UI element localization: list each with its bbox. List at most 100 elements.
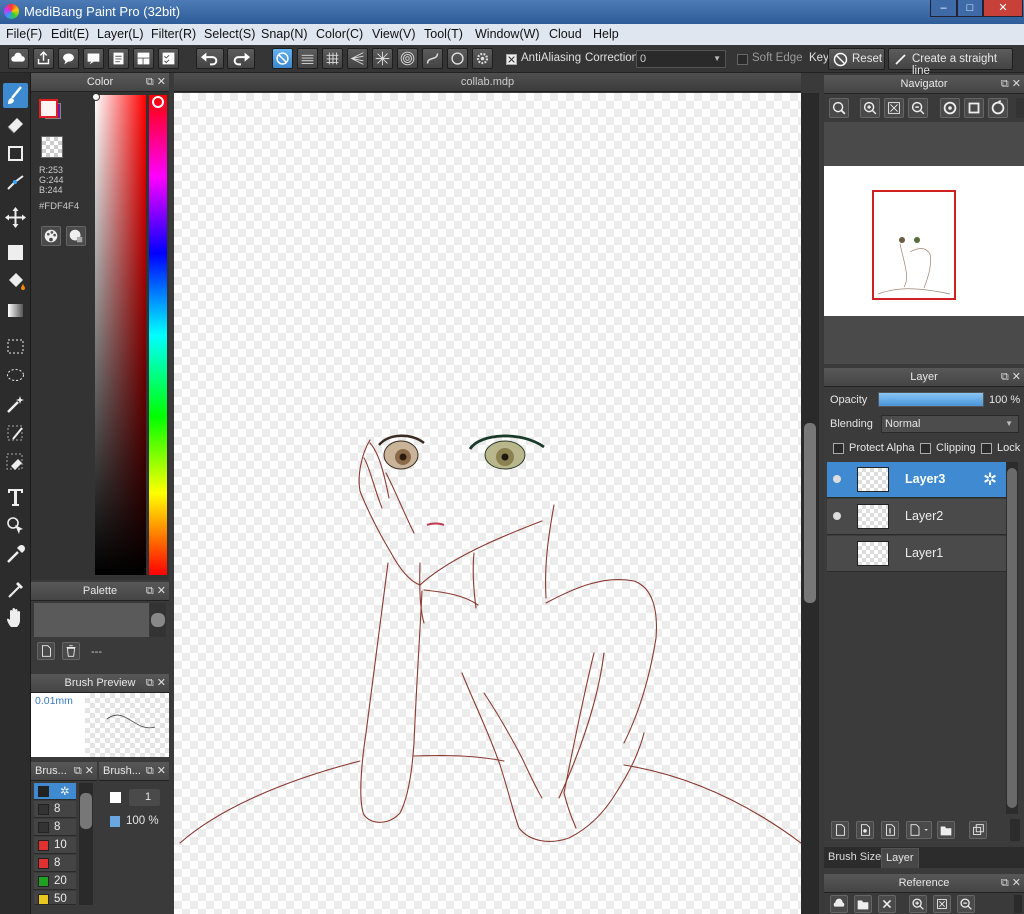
protect-alpha-checkbox[interactable] bbox=[833, 443, 844, 454]
palette-button[interactable] bbox=[41, 226, 61, 246]
primary-color-swatch[interactable] bbox=[39, 99, 58, 118]
antialiasing-checkbox[interactable] bbox=[506, 54, 517, 65]
bucket-tool[interactable] bbox=[3, 269, 28, 294]
menu-view[interactable]: View(V) bbox=[372, 27, 416, 41]
eye-icon[interactable] bbox=[833, 512, 841, 520]
select-pen-tool[interactable] bbox=[3, 421, 28, 446]
correction-dropdown[interactable]: 0 ▼ bbox=[636, 50, 726, 68]
grid-snap-button[interactable] bbox=[322, 48, 343, 69]
sv-cursor[interactable] bbox=[92, 93, 100, 101]
close-button[interactable]: ✕ bbox=[983, 0, 1023, 17]
layer-row-layer2[interactable]: Layer2 bbox=[827, 499, 1016, 535]
layer-row-layer3[interactable]: Layer3 ✲ bbox=[827, 462, 1016, 498]
palette-scrollbar[interactable] bbox=[150, 603, 166, 637]
width-input[interactable]: 1 bbox=[129, 789, 160, 806]
brush-size-row[interactable]: ✲ bbox=[34, 783, 76, 800]
fill-rect-tool[interactable] bbox=[3, 240, 28, 265]
minimize-button[interactable]: – bbox=[930, 0, 957, 17]
new-palette-button[interactable] bbox=[37, 642, 55, 660]
select-eraser-tool[interactable] bbox=[3, 450, 28, 475]
eraser-tool[interactable] bbox=[3, 112, 28, 137]
layer-opacity-slider[interactable] bbox=[878, 392, 984, 407]
lasso-tool[interactable] bbox=[3, 363, 28, 388]
menu-layer[interactable]: Layer(L) bbox=[97, 27, 144, 41]
redo-button[interactable] bbox=[227, 48, 255, 69]
rotate-right-button[interactable] bbox=[988, 98, 1008, 118]
cloud-button[interactable] bbox=[8, 48, 29, 69]
dropper-tool[interactable] bbox=[3, 542, 28, 567]
brush-size-row[interactable]: 10 bbox=[34, 837, 76, 854]
parallel-snap-button[interactable] bbox=[297, 48, 318, 69]
new-folder-button[interactable] bbox=[937, 821, 955, 839]
canvas-scroll-thumb[interactable] bbox=[804, 423, 816, 603]
layer-button-scroll[interactable] bbox=[1010, 819, 1020, 841]
zoom-out-button[interactable] bbox=[908, 98, 928, 118]
panel-close-icon[interactable]: ⧉ ✕ bbox=[146, 762, 166, 781]
eye-icon[interactable] bbox=[833, 475, 841, 483]
comic-button[interactable] bbox=[133, 48, 154, 69]
operation-tool[interactable] bbox=[3, 513, 28, 538]
panel-close-icon[interactable]: ⧉ ✕ bbox=[146, 674, 166, 693]
line-tool[interactable] bbox=[3, 170, 28, 195]
brush-list-scrollbar[interactable] bbox=[79, 783, 93, 905]
menu-filter[interactable]: Filter(R) bbox=[151, 27, 196, 41]
menu-select[interactable]: Select(S) bbox=[204, 27, 255, 41]
reference-open-button[interactable] bbox=[854, 895, 872, 913]
reset-button[interactable]: Reset bbox=[828, 48, 885, 70]
brush-size-row[interactable]: 8 bbox=[34, 819, 76, 836]
menu-cloud[interactable]: Cloud bbox=[549, 27, 582, 41]
soft-edge-checkbox[interactable] bbox=[737, 54, 748, 65]
flip-button[interactable] bbox=[964, 98, 984, 118]
palette-scroll-thumb[interactable] bbox=[151, 613, 165, 627]
reference-scrollbar[interactable] bbox=[1014, 895, 1022, 913]
rotate-left-button[interactable] bbox=[940, 98, 960, 118]
tab-brush-size[interactable]: Brush Size bbox=[828, 851, 881, 863]
share-button[interactable] bbox=[33, 48, 54, 69]
hue-slider[interactable] bbox=[149, 95, 167, 575]
hue-cursor[interactable] bbox=[152, 96, 164, 108]
clipping-checkbox[interactable] bbox=[920, 443, 931, 454]
layer-row-layer1[interactable]: Layer1 bbox=[827, 536, 1016, 572]
delete-palette-button[interactable] bbox=[62, 642, 80, 660]
canvas-vertical-scrollbar[interactable] bbox=[801, 93, 819, 914]
reference-cloud-button[interactable] bbox=[830, 895, 848, 913]
snap-settings-button[interactable] bbox=[472, 48, 493, 69]
navigator-scrollbar[interactable] bbox=[1016, 98, 1024, 118]
new-1bit-layer-button[interactable] bbox=[881, 821, 899, 839]
straight-line-button[interactable]: Create a straight line bbox=[888, 48, 1013, 77]
menu-window[interactable]: Window(W) bbox=[475, 27, 540, 41]
panel-close-icon[interactable]: ⧉ ✕ bbox=[146, 73, 166, 92]
select-tool[interactable] bbox=[3, 334, 28, 359]
radial-snap-button[interactable] bbox=[372, 48, 393, 69]
tab-layer[interactable]: Layer bbox=[881, 848, 919, 868]
brush-tool[interactable] bbox=[3, 83, 28, 108]
menu-help[interactable]: Help bbox=[593, 27, 619, 41]
menu-color[interactable]: Color(C) bbox=[316, 27, 363, 41]
color-picker-tool[interactable] bbox=[3, 577, 28, 602]
maximize-button[interactable]: □ bbox=[957, 0, 983, 17]
gear-icon[interactable]: ✲ bbox=[60, 784, 70, 798]
concentric-snap-button[interactable] bbox=[397, 48, 418, 69]
perspective-snap-button[interactable] bbox=[347, 48, 368, 69]
brush-size-row[interactable]: 20 bbox=[34, 873, 76, 890]
page-button[interactable] bbox=[108, 48, 129, 69]
fit-window-button[interactable] bbox=[884, 98, 904, 118]
panel-close-icon[interactable]: ⧉ ✕ bbox=[146, 582, 166, 601]
gear-icon[interactable]: ✲ bbox=[983, 470, 997, 490]
layer-list-scrollbar[interactable] bbox=[1006, 462, 1018, 814]
curve-snap-button[interactable] bbox=[422, 48, 443, 69]
zoom-in-button[interactable] bbox=[860, 98, 880, 118]
comment-button[interactable] bbox=[58, 48, 79, 69]
menu-snap[interactable]: Snap(N) bbox=[261, 27, 308, 41]
reference-zoom-out-button[interactable] bbox=[957, 895, 975, 913]
layer-scroll-thumb[interactable] bbox=[1007, 468, 1017, 808]
reference-zoom-in-button[interactable] bbox=[909, 895, 927, 913]
saturation-value-picker[interactable] bbox=[92, 93, 146, 575]
menu-file[interactable]: File(F) bbox=[6, 27, 42, 41]
color-picker-button[interactable] bbox=[66, 226, 86, 246]
undo-button[interactable] bbox=[196, 48, 224, 69]
snap-off-button[interactable] bbox=[272, 48, 293, 69]
reference-fit-button[interactable] bbox=[933, 895, 951, 913]
reference-close-button[interactable] bbox=[878, 895, 896, 913]
message-button[interactable] bbox=[83, 48, 104, 69]
